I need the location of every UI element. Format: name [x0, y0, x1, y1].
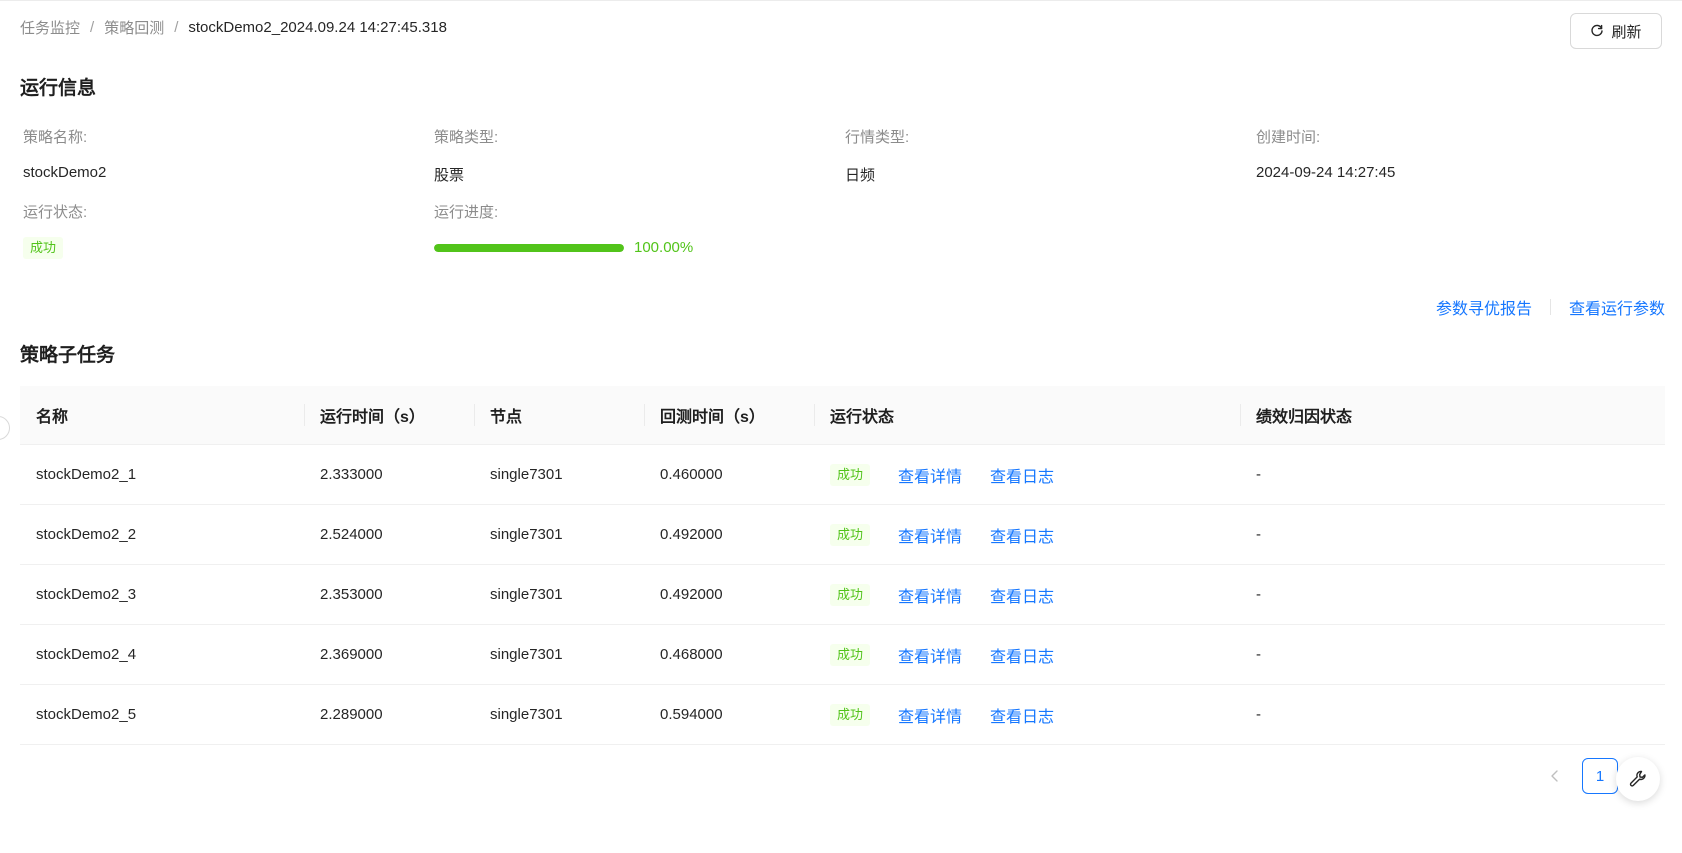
page-number-button[interactable]: 1: [1582, 758, 1618, 794]
status-badge: 成功: [830, 463, 871, 486]
cell-name: stockDemo2_4: [36, 646, 137, 663]
cell-run-time: 2.353000: [320, 586, 383, 603]
strategy-type-label: 策略类型:: [434, 129, 499, 146]
status-badge: 成功: [830, 583, 871, 606]
table-header: 名称 运行时间（s） 节点 回测时间（s） 运行状态 绩效归因状态: [20, 386, 1665, 445]
view-run-params-link[interactable]: 查看运行参数: [1569, 295, 1665, 319]
cell-run-status: 成功 查看详情 查看日志: [814, 463, 1240, 487]
run-progress-label: 运行进度:: [434, 204, 499, 221]
cell-attribution-status: -: [1256, 526, 1261, 543]
column-header-node: 节点: [474, 403, 644, 427]
cell-run-status: 成功 查看详情 查看日志: [814, 523, 1240, 547]
strategy-type-value: 股票: [434, 167, 465, 184]
breadcrumb-separator: /: [174, 19, 179, 36]
cell-name: stockDemo2_3: [36, 586, 137, 603]
view-log-link[interactable]: 查看日志: [990, 523, 1054, 547]
refresh-button[interactable]: 刷新: [1570, 13, 1662, 49]
market-type-label: 行情类型:: [845, 129, 910, 146]
table-row: stockDemo2_4 2.369000 single7301 0.46800…: [20, 625, 1665, 685]
strategy-name-value: stockDemo2: [23, 164, 107, 181]
status-badge: 成功: [830, 703, 871, 726]
created-time-label: 创建时间:: [1256, 129, 1321, 146]
cell-run-time: 2.369000: [320, 646, 383, 663]
cell-backtest-time: 0.460000: [660, 466, 723, 483]
created-time-value: 2024-09-24 14:27:45: [1256, 164, 1396, 181]
view-log-link[interactable]: 查看日志: [990, 463, 1054, 487]
column-header-run-time: 运行时间（s）: [304, 403, 474, 427]
status-badge: 成功: [830, 643, 871, 666]
run-status-label: 运行状态:: [23, 204, 88, 221]
reload-icon: [1591, 24, 1604, 37]
status-badge: 成功: [23, 237, 64, 259]
cell-attribution-status: -: [1256, 646, 1261, 663]
report-actions: 参数寻优报告 查看运行参数: [1436, 295, 1665, 319]
pagination: 1: [1540, 758, 1618, 794]
table-row: stockDemo2_1 2.333000 single7301 0.46000…: [20, 445, 1665, 505]
run-status-badge-wrap: 成功: [23, 237, 64, 259]
wrench-icon: [1629, 770, 1646, 787]
cell-run-time: 2.524000: [320, 526, 383, 543]
sidebar-toggle-handle[interactable]: [0, 416, 10, 440]
cell-attribution-status: -: [1256, 466, 1261, 483]
status-badge: 成功: [830, 523, 871, 546]
table-row: stockDemo2_2 2.524000 single7301 0.49200…: [20, 505, 1665, 565]
view-detail-link[interactable]: 查看详情: [898, 583, 962, 607]
cell-node: single7301: [490, 706, 563, 723]
column-header-run-status: 运行状态: [814, 403, 1240, 427]
table-row: stockDemo2_5 2.289000 single7301 0.59400…: [20, 685, 1665, 745]
cell-node: single7301: [490, 586, 563, 603]
run-info-title: 运行信息: [20, 78, 97, 99]
cell-backtest-time: 0.594000: [660, 706, 723, 723]
subtasks-title: 策略子任务: [20, 345, 116, 366]
cell-node: single7301: [490, 526, 563, 543]
cell-backtest-time: 0.468000: [660, 646, 723, 663]
view-detail-link[interactable]: 查看详情: [898, 463, 962, 487]
refresh-label: 刷新: [1611, 23, 1642, 41]
param-optimization-report-link[interactable]: 参数寻优报告: [1436, 295, 1532, 319]
view-log-link[interactable]: 查看日志: [990, 583, 1054, 607]
cell-node: single7301: [490, 646, 563, 663]
market-type-value: 日频: [845, 167, 876, 184]
view-detail-link[interactable]: 查看详情: [898, 703, 962, 727]
page: 任务监控 / 策略回测 / stockDemo2_2024.09.24 14:2…: [0, 0, 1682, 853]
cell-name: stockDemo2_5: [36, 706, 137, 723]
progress-text: 100.00%: [634, 239, 694, 256]
column-header-name: 名称: [36, 409, 69, 426]
run-progress: 100.00%: [434, 239, 693, 256]
cell-run-status: 成功 查看详情 查看日志: [814, 583, 1240, 607]
view-detail-link[interactable]: 查看详情: [898, 643, 962, 667]
cell-backtest-time: 0.492000: [660, 526, 723, 543]
cell-run-status: 成功 查看详情 查看日志: [814, 703, 1240, 727]
strategy-name-label: 策略名称:: [23, 129, 88, 146]
view-log-link[interactable]: 查看日志: [990, 643, 1054, 667]
cell-node: single7301: [490, 466, 563, 483]
cell-backtest-time: 0.492000: [660, 586, 723, 603]
cell-name: stockDemo2_2: [36, 526, 137, 543]
breadcrumb-strategy-backtest[interactable]: 策略回测: [104, 17, 164, 38]
breadcrumb-current: stockDemo2_2024.09.24 14:27:45.318: [188, 19, 447, 36]
prev-page-button[interactable]: [1540, 758, 1570, 794]
progress-track: [434, 243, 624, 252]
column-header-attribution-status: 绩效归因状态: [1240, 403, 1665, 427]
breadcrumb-separator: /: [90, 19, 95, 36]
breadcrumb: 任务监控 / 策略回测 / stockDemo2_2024.09.24 14:2…: [20, 17, 447, 38]
chevron-left-icon: [1551, 770, 1558, 782]
cell-name: stockDemo2_1: [36, 466, 137, 483]
view-log-link[interactable]: 查看日志: [990, 703, 1054, 727]
cell-run-time: 2.333000: [320, 466, 383, 483]
cell-run-status: 成功 查看详情 查看日志: [814, 643, 1240, 667]
progress-fill: [434, 243, 624, 252]
cell-attribution-status: -: [1256, 706, 1261, 723]
subtasks-table: 名称 运行时间（s） 节点 回测时间（s） 运行状态 绩效归因状态 stockD…: [20, 386, 1665, 745]
column-header-backtest-time: 回测时间（s）: [644, 403, 814, 427]
table-row: stockDemo2_3 2.353000 single7301 0.49200…: [20, 565, 1665, 625]
cell-run-time: 2.289000: [320, 706, 383, 723]
top-divider: [0, 0, 1682, 1]
cell-attribution-status: -: [1256, 586, 1261, 603]
tool-float-button[interactable]: [1616, 757, 1660, 801]
breadcrumb-task-monitor[interactable]: 任务监控: [20, 17, 80, 38]
action-divider: [1549, 299, 1551, 315]
view-detail-link[interactable]: 查看详情: [898, 523, 962, 547]
